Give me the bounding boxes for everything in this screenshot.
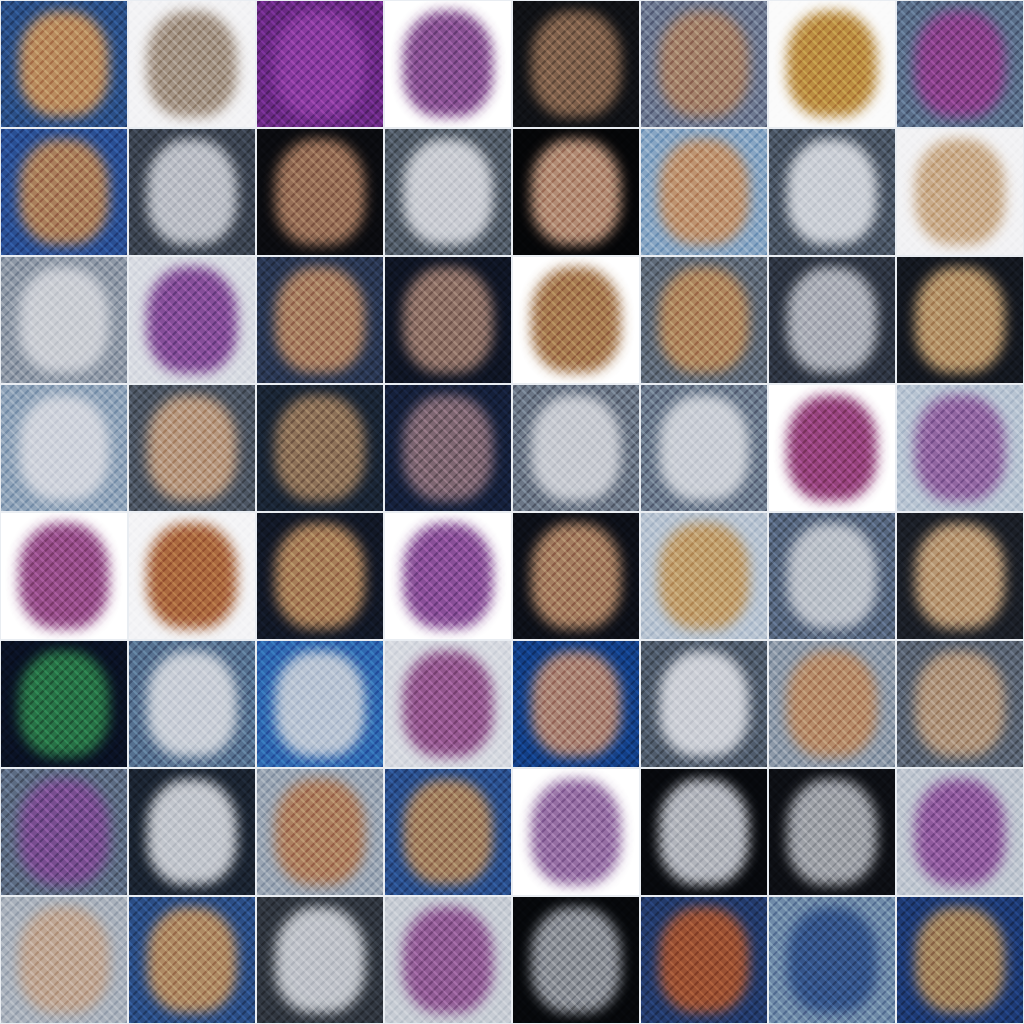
sample-tile (385, 513, 511, 639)
sample-tile (129, 1, 255, 127)
sample-tile (257, 129, 383, 255)
sample-tile (257, 1, 383, 127)
sample-tile (641, 385, 767, 511)
sample-tile (769, 257, 895, 383)
sample-tile (897, 385, 1023, 511)
sample-tile (513, 1, 639, 127)
sample-tile (385, 257, 511, 383)
sample-tile (385, 641, 511, 767)
sample-tile (513, 897, 639, 1023)
sample-tile (1, 897, 127, 1023)
sample-tile (1, 641, 127, 767)
sample-tile (897, 897, 1023, 1023)
sample-tile (257, 769, 383, 895)
sample-tile (641, 897, 767, 1023)
sample-tile (129, 513, 255, 639)
sample-tile (1, 129, 127, 255)
sample-tile (1, 513, 127, 639)
sample-tile (769, 769, 895, 895)
sample-tile (257, 641, 383, 767)
sample-tile (129, 385, 255, 511)
sample-tile (769, 897, 895, 1023)
sample-tile (257, 897, 383, 1023)
sample-tile (513, 513, 639, 639)
sample-tile (129, 897, 255, 1023)
sample-tile (769, 129, 895, 255)
sample-tile (129, 129, 255, 255)
sample-tile (641, 1, 767, 127)
sample-tile (257, 385, 383, 511)
sample-tile (385, 129, 511, 255)
sample-tile (129, 257, 255, 383)
sample-tile (1, 1, 127, 127)
generated-sample-grid (0, 0, 1024, 1024)
sample-tile (257, 513, 383, 639)
sample-tile (641, 769, 767, 895)
sample-tile (641, 129, 767, 255)
sample-tile (513, 385, 639, 511)
sample-tile (513, 129, 639, 255)
sample-tile (769, 1, 895, 127)
sample-tile (1, 769, 127, 895)
sample-tile (897, 257, 1023, 383)
sample-tile (1, 385, 127, 511)
sample-tile (513, 769, 639, 895)
sample-tile (129, 769, 255, 895)
sample-tile (897, 1, 1023, 127)
sample-tile (769, 641, 895, 767)
sample-tile (129, 641, 255, 767)
sample-tile (641, 513, 767, 639)
sample-tile (513, 257, 639, 383)
sample-tile (257, 257, 383, 383)
sample-tile (769, 385, 895, 511)
sample-tile (897, 641, 1023, 767)
sample-tile (897, 129, 1023, 255)
sample-tile (385, 897, 511, 1023)
sample-tile (513, 641, 639, 767)
sample-tile (1, 257, 127, 383)
sample-tile (897, 513, 1023, 639)
sample-tile (385, 769, 511, 895)
sample-tile (641, 257, 767, 383)
sample-tile (385, 385, 511, 511)
sample-tile (769, 513, 895, 639)
sample-tile (641, 641, 767, 767)
sample-tile (897, 769, 1023, 895)
sample-tile (385, 1, 511, 127)
